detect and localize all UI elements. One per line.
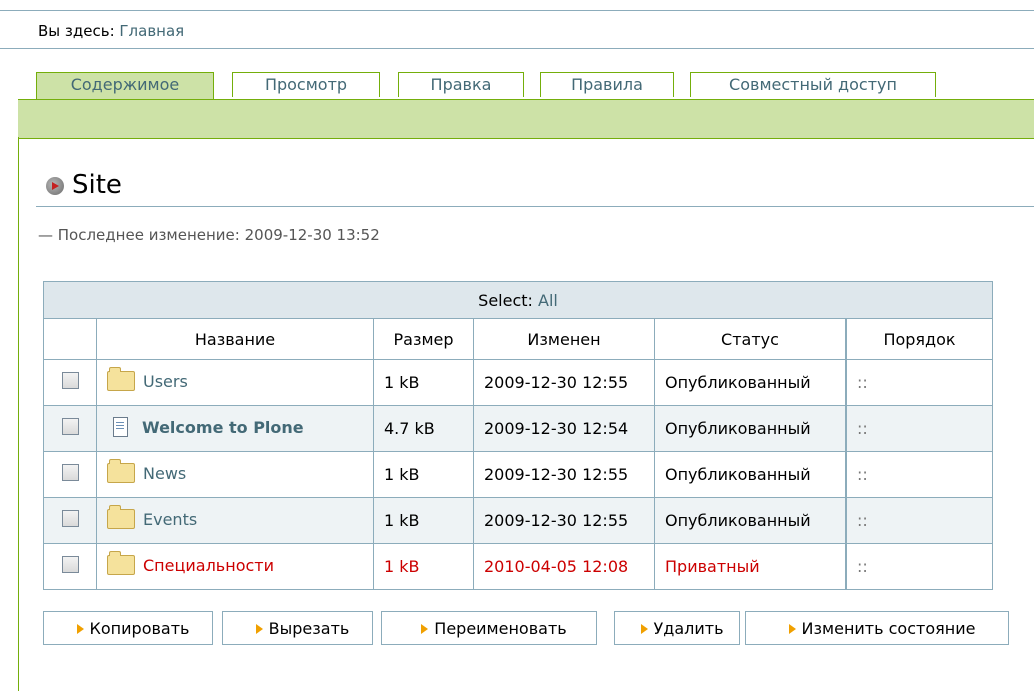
row-checkbox-cell bbox=[43, 451, 97, 498]
item-title-cell: Welcome to Plone bbox=[96, 405, 374, 452]
item-link[interactable]: Users bbox=[143, 372, 188, 391]
page-title: Site bbox=[72, 170, 122, 200]
item-modified: 2009-12-30 12:55 bbox=[473, 497, 655, 544]
item-modified: 2009-12-30 12:54 bbox=[473, 405, 655, 452]
item-link[interactable]: Events bbox=[143, 510, 197, 529]
drag-handle[interactable]: :: bbox=[845, 543, 993, 590]
breadcrumb: Вы здесь: Главная bbox=[38, 22, 184, 40]
select-row: Select: All bbox=[43, 281, 993, 319]
contents-table: Select: All Название Размер Изменен Стат… bbox=[43, 281, 993, 590]
item-title-cell: Специальности bbox=[96, 543, 374, 590]
rename-button[interactable]: Переименовать bbox=[381, 611, 597, 645]
row-checkbox[interactable] bbox=[61, 464, 79, 481]
select-cell: Select: All bbox=[43, 281, 993, 319]
column-header-size[interactable]: Размер bbox=[373, 318, 474, 360]
item-status: Опубликованный bbox=[654, 359, 847, 406]
select-all-link[interactable]: All bbox=[538, 291, 558, 310]
folder-icon bbox=[107, 504, 135, 529]
table-row: Специальности 1 kB 2010-04-05 12:08 Прив… bbox=[43, 543, 993, 590]
tab-label: Содержимое bbox=[70, 75, 180, 94]
content-tabs: Содержимое Просмотр Правка Правила Совме… bbox=[18, 72, 1034, 101]
item-size: 4.7 kB bbox=[373, 405, 474, 452]
item-size: 1 kB bbox=[373, 359, 474, 406]
change-state-button[interactable]: Изменить состояние bbox=[745, 611, 1009, 645]
drag-handle[interactable]: :: bbox=[845, 451, 993, 498]
item-title-cell: Users bbox=[96, 359, 374, 406]
title-divider bbox=[36, 206, 1034, 207]
column-header-title[interactable]: Название bbox=[96, 318, 374, 360]
header-checkbox-column bbox=[43, 318, 97, 360]
tab-label: Правка bbox=[430, 75, 492, 94]
row-checkbox-cell bbox=[43, 543, 97, 590]
tab-label: Правила bbox=[571, 75, 643, 94]
row-checkbox[interactable] bbox=[61, 418, 79, 435]
row-checkbox-cell bbox=[43, 497, 97, 544]
item-link[interactable]: News bbox=[143, 464, 186, 483]
row-checkbox-cell bbox=[43, 405, 97, 452]
table-row: Events 1 kB 2009-12-30 12:55 Опубликован… bbox=[43, 497, 993, 544]
select-label: Select: bbox=[478, 290, 533, 310]
item-title-cell: Events bbox=[96, 497, 374, 544]
cut-button-label: Вырезать bbox=[268, 619, 350, 638]
document-icon bbox=[113, 416, 128, 437]
tab-content-bar bbox=[18, 99, 1034, 139]
arrow-icon bbox=[421, 623, 429, 634]
tab-label: Совместный доступ bbox=[729, 75, 897, 94]
row-checkbox[interactable] bbox=[61, 372, 79, 389]
last-modified: — Последнее изменение: 2009-12-30 13:52 bbox=[38, 226, 380, 244]
table-row: Users 1 kB 2009-12-30 12:55 Опубликованн… bbox=[43, 359, 993, 406]
item-modified: 2009-12-30 12:55 bbox=[473, 451, 655, 498]
item-link[interactable]: Специальности bbox=[143, 556, 274, 575]
folder-icon bbox=[107, 458, 135, 483]
item-status: Опубликованный bbox=[654, 405, 847, 452]
tab-rules[interactable]: Правила bbox=[540, 72, 674, 97]
folder-icon bbox=[107, 366, 135, 391]
tab-view[interactable]: Просмотр bbox=[232, 72, 380, 97]
arrow-icon bbox=[76, 623, 84, 634]
change-state-button-label: Изменить состояние bbox=[801, 619, 976, 638]
header-row: Название Размер Изменен Статус Порядок bbox=[43, 318, 993, 360]
arrow-icon bbox=[788, 623, 796, 634]
item-link[interactable]: Welcome to Plone bbox=[142, 418, 304, 437]
item-modified: 2010-04-05 12:08 bbox=[473, 543, 655, 590]
item-title-cell: News bbox=[96, 451, 374, 498]
item-status: Опубликованный bbox=[654, 497, 847, 544]
rename-button-label: Переименовать bbox=[434, 619, 567, 638]
breadcrumb-divider bbox=[0, 48, 1034, 49]
content-left-border bbox=[18, 137, 19, 691]
breadcrumb-prefix: Вы здесь: bbox=[38, 22, 115, 40]
column-header-order: Порядок bbox=[845, 318, 993, 360]
cut-button[interactable]: Вырезать bbox=[222, 611, 373, 645]
column-header-modified[interactable]: Изменен bbox=[473, 318, 655, 360]
copy-button-label: Копировать bbox=[89, 619, 190, 638]
tab-label: Просмотр bbox=[264, 75, 348, 94]
table-row: News 1 kB 2009-12-30 12:55 Опубликованны… bbox=[43, 451, 993, 498]
item-status: Опубликованный bbox=[654, 451, 847, 498]
item-size: 1 kB bbox=[373, 451, 474, 498]
item-status: Приватный bbox=[654, 543, 847, 590]
tab-edit[interactable]: Правка bbox=[398, 72, 524, 97]
tab-contents[interactable]: Содержимое bbox=[36, 72, 214, 101]
tab-sharing[interactable]: Совместный доступ bbox=[690, 72, 936, 97]
delete-button[interactable]: Удалить bbox=[614, 611, 740, 645]
item-modified: 2009-12-30 12:55 bbox=[473, 359, 655, 406]
arrow-icon bbox=[255, 623, 263, 634]
row-checkbox[interactable] bbox=[61, 556, 79, 573]
copy-button[interactable]: Копировать bbox=[43, 611, 213, 645]
top-divider bbox=[0, 10, 1034, 11]
item-size: 1 kB bbox=[373, 497, 474, 544]
row-checkbox[interactable] bbox=[61, 510, 79, 527]
drag-handle[interactable]: :: bbox=[845, 497, 993, 544]
column-header-status[interactable]: Статус bbox=[654, 318, 847, 360]
row-checkbox-cell bbox=[43, 359, 97, 406]
breadcrumb-home-link[interactable]: Главная bbox=[119, 22, 184, 40]
table-row: Welcome to Plone 4.7 kB 2009-12-30 12:54… bbox=[43, 405, 993, 452]
item-size: 1 kB bbox=[373, 543, 474, 590]
folder-icon bbox=[107, 550, 135, 575]
drag-handle[interactable]: :: bbox=[845, 359, 993, 406]
folder-title-icon bbox=[46, 177, 64, 195]
drag-handle[interactable]: :: bbox=[845, 405, 993, 452]
arrow-icon bbox=[640, 623, 648, 634]
delete-button-label: Удалить bbox=[653, 619, 724, 638]
